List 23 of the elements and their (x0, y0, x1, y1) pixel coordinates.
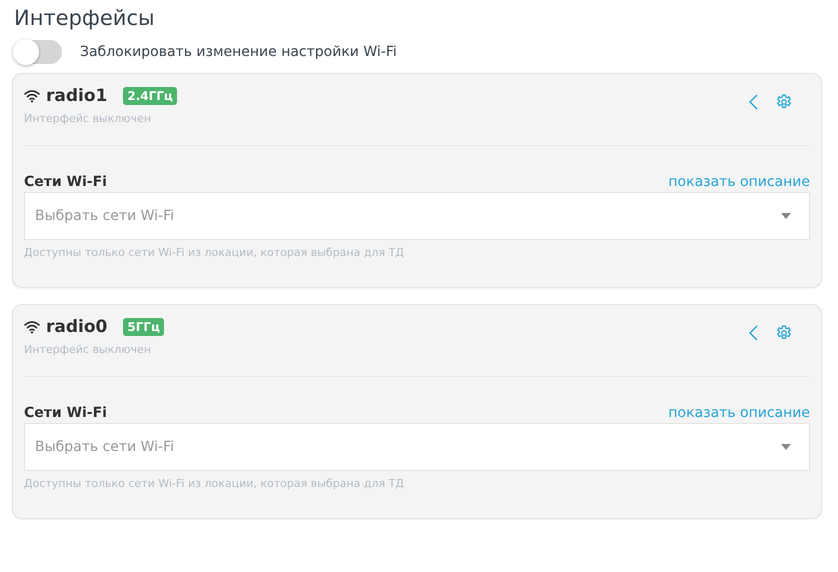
field-label: Сети Wi-Fi (24, 174, 107, 190)
show-description-link[interactable]: показать описание (668, 174, 810, 190)
toggle-switch[interactable] (14, 40, 62, 64)
caret-icon (781, 444, 791, 450)
hint-text: Доступны только сети Wi-Fi из локации, которая выбрана для ТД (24, 477, 405, 490)
interface-status: Интерфейс выключен (24, 343, 152, 356)
wifi-icon (24, 89, 40, 103)
networks-select[interactable]: Выбрать сети Wi-Fi (24, 192, 810, 240)
settings-icon[interactable] (776, 325, 792, 341)
hint-text: Доступны только сети Wi-Fi из локации, которая выбрана для ТД (24, 246, 405, 259)
band-badge: 2.4ГГц (123, 87, 177, 105)
interface-name: radio0 (46, 317, 108, 337)
page-title: Интерфейсы (14, 6, 156, 30)
show-description-link[interactable]: показать описание (668, 405, 810, 421)
caret-icon (781, 213, 791, 219)
toggle-label: Заблокировать изменение настройки Wi-Fi (80, 44, 397, 60)
band-badge: 5ГГц (123, 318, 164, 336)
interface-status: Интерфейс выключен (24, 112, 152, 125)
interface-name: radio1 (46, 86, 108, 106)
field-label: Сети Wi-Fi (24, 405, 107, 421)
networks-select[interactable]: Выбрать сети Wi-Fi (24, 423, 810, 471)
settings-icon[interactable] (776, 94, 792, 110)
wifi-icon (24, 320, 40, 334)
